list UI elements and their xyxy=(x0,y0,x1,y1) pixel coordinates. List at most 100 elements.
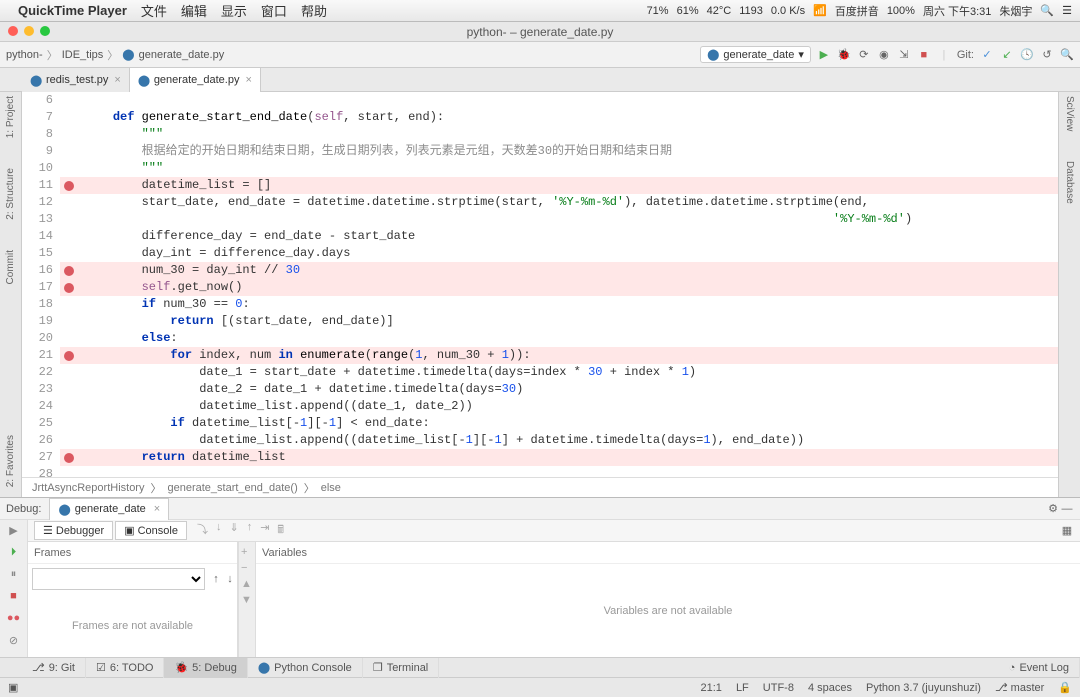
menu-window[interactable]: 窗口 xyxy=(261,1,287,20)
code-text[interactable]: if datetime_list[-1][-1] < end_date: xyxy=(78,415,430,432)
tab-redis-test[interactable]: ⬤ redis_test.py × xyxy=(22,68,130,92)
code-line[interactable]: 6 xyxy=(22,92,1058,109)
python-interpreter[interactable]: Python 3.7 (juyunshuzi) xyxy=(866,682,981,694)
breakpoint-icon[interactable] xyxy=(64,453,74,463)
code-text[interactable] xyxy=(78,466,84,477)
code-text[interactable]: day_int = difference_day.days xyxy=(78,245,350,262)
code-text[interactable]: datetime_list.append((datetime_list[-1][… xyxy=(78,432,804,449)
crumb-folder[interactable]: IDE_tips xyxy=(62,49,104,61)
indent-settings[interactable]: 4 spaces xyxy=(808,682,852,694)
breakpoint-gutter[interactable] xyxy=(60,177,78,194)
wifi-icon[interactable]: 📶 xyxy=(813,4,827,17)
layout-settings-button[interactable]: ▦ xyxy=(1060,524,1074,538)
status-user[interactable]: 朱烟宇 xyxy=(999,3,1032,19)
file-encoding[interactable]: UTF-8 xyxy=(763,682,794,694)
breakpoint-gutter[interactable] xyxy=(60,415,78,432)
sidebar-structure[interactable]: 2: Structure xyxy=(5,168,16,220)
breakpoint-gutter[interactable] xyxy=(60,143,78,160)
close-icon[interactable]: × xyxy=(154,503,160,515)
stop-debug-button[interactable]: ■ xyxy=(6,588,22,604)
code-text[interactable]: 根据给定的开始日期和结束日期，生成日期列表，列表元素是元组，天数差30的开始日期… xyxy=(78,143,672,160)
code-editor[interactable]: 67 def generate_start_end_date(self, sta… xyxy=(22,92,1058,497)
code-line[interactable]: 22 date_1 = start_date + datetime.timede… xyxy=(22,364,1058,381)
run-button[interactable]: ▶ xyxy=(817,48,831,62)
breakpoint-gutter[interactable] xyxy=(60,92,78,109)
run-to-cursor-button[interactable]: ⇥ xyxy=(260,521,269,540)
git-update-button[interactable]: ✓ xyxy=(980,48,994,62)
git-revert-button[interactable]: ↺ xyxy=(1040,48,1054,62)
code-text[interactable]: datetime_list.append((date_1, date_2)) xyxy=(78,398,473,415)
code-line[interactable]: 26 datetime_list.append((datetime_list[-… xyxy=(22,432,1058,449)
evaluate-button[interactable]: 🖩 xyxy=(277,521,284,540)
menu-icon[interactable]: ☰ xyxy=(1062,4,1072,17)
code-line[interactable]: 25 if datetime_list[-1][-1] < end_date: xyxy=(22,415,1058,432)
code-line[interactable]: 19 return [(start_date, end_date)] xyxy=(22,313,1058,330)
git-commit-button[interactable]: ↙ xyxy=(1000,48,1014,62)
code-line[interactable]: 28 xyxy=(22,466,1058,477)
thread-selector[interactable] xyxy=(32,568,205,590)
close-window-button[interactable] xyxy=(8,26,18,36)
close-icon[interactable]: × xyxy=(245,74,251,86)
sidebar-sciview[interactable]: SciView xyxy=(1064,96,1075,131)
menu-display[interactable]: 显示 xyxy=(221,1,247,20)
close-icon[interactable]: × xyxy=(114,74,120,86)
view-breakpoints-button[interactable]: ●● xyxy=(6,610,22,626)
step-into-my-button[interactable]: ⇓ xyxy=(229,521,238,540)
breakpoint-gutter[interactable] xyxy=(60,364,78,381)
caret-position[interactable]: 21:1 xyxy=(701,682,722,694)
minimize-icon[interactable]: — xyxy=(1060,502,1074,516)
zoom-window-button[interactable] xyxy=(40,26,50,36)
tool-windows-button[interactable]: ▣ xyxy=(8,681,18,694)
crumb-block[interactable]: else xyxy=(321,482,341,494)
debugger-tab[interactable]: ☰ Debugger xyxy=(34,521,113,540)
breakpoint-gutter[interactable] xyxy=(60,262,78,279)
code-line[interactable]: 18 if num_30 == 0: xyxy=(22,296,1058,313)
debug-session-tab[interactable]: ⬤ generate_date × xyxy=(49,498,169,520)
code-line[interactable]: 17 self.get_now() xyxy=(22,279,1058,296)
crumb-project[interactable]: python- xyxy=(6,49,43,61)
menu-help[interactable]: 帮助 xyxy=(301,1,327,20)
crumb-file[interactable]: generate_date.py xyxy=(139,49,225,61)
sidebar-favorites[interactable]: 2: Favorites xyxy=(5,435,16,487)
breakpoint-gutter[interactable] xyxy=(60,313,78,330)
code-line[interactable]: 20 else: xyxy=(22,330,1058,347)
breakpoint-gutter[interactable] xyxy=(60,279,78,296)
code-line[interactable]: 27 return datetime_list xyxy=(22,449,1058,466)
crumb-class[interactable]: JrttAsyncReportHistory xyxy=(32,482,144,494)
breakpoint-gutter[interactable] xyxy=(60,228,78,245)
breakpoint-gutter[interactable] xyxy=(60,449,78,466)
code-line[interactable]: 7 def generate_start_end_date(self, star… xyxy=(22,109,1058,126)
code-line[interactable]: 14 difference_day = end_date - start_dat… xyxy=(22,228,1058,245)
run-config-selector[interactable]: ⬤ generate_date ▾ xyxy=(700,46,811,63)
attach-button[interactable]: ⇲ xyxy=(897,48,911,62)
profile-button[interactable]: ◉ xyxy=(877,48,891,62)
breakpoint-gutter[interactable] xyxy=(60,211,78,228)
code-text[interactable]: datetime_list = [] xyxy=(78,177,271,194)
remove-icon[interactable]: − xyxy=(241,562,253,574)
status-ime[interactable]: 百度拼音 xyxy=(835,3,879,19)
coverage-button[interactable]: ⟳ xyxy=(857,48,871,62)
search-button[interactable]: 🔍 xyxy=(1060,48,1074,62)
code-text[interactable]: if num_30 == 0: xyxy=(78,296,250,313)
code-line[interactable]: 12 start_date, end_date = datetime.datet… xyxy=(22,194,1058,211)
next-frame-button[interactable]: ↓ xyxy=(223,572,237,586)
sidebar-project[interactable]: 1: Project xyxy=(5,96,16,138)
pause-button[interactable]: ⏸ xyxy=(6,566,22,582)
line-separator[interactable]: LF xyxy=(736,682,749,694)
prev-frame-button[interactable]: ↑ xyxy=(209,572,223,586)
console-tab[interactable]: ▣ Console xyxy=(115,521,187,540)
menu-edit[interactable]: 编辑 xyxy=(181,1,207,20)
code-line[interactable]: 24 datetime_list.append((date_1, date_2)… xyxy=(22,398,1058,415)
breakpoint-gutter[interactable] xyxy=(60,245,78,262)
tab-generate-date[interactable]: ⬤ generate_date.py × xyxy=(130,68,261,92)
breakpoint-gutter[interactable] xyxy=(60,296,78,313)
code-line[interactable]: 10 """ xyxy=(22,160,1058,177)
sidebar-commit[interactable]: Commit xyxy=(5,250,16,284)
code-line[interactable]: 21 for index, num in enumerate(range(1, … xyxy=(22,347,1058,364)
status-day[interactable]: 周六 下午3:31 xyxy=(923,3,991,19)
code-text[interactable]: '%Y-%m-%d') xyxy=(78,211,912,228)
down-icon[interactable]: ▼ xyxy=(241,594,253,606)
code-line[interactable]: 16 num_30 = day_int // 30 xyxy=(22,262,1058,279)
breakpoint-gutter[interactable] xyxy=(60,194,78,211)
menu-file[interactable]: 文件 xyxy=(141,1,167,20)
